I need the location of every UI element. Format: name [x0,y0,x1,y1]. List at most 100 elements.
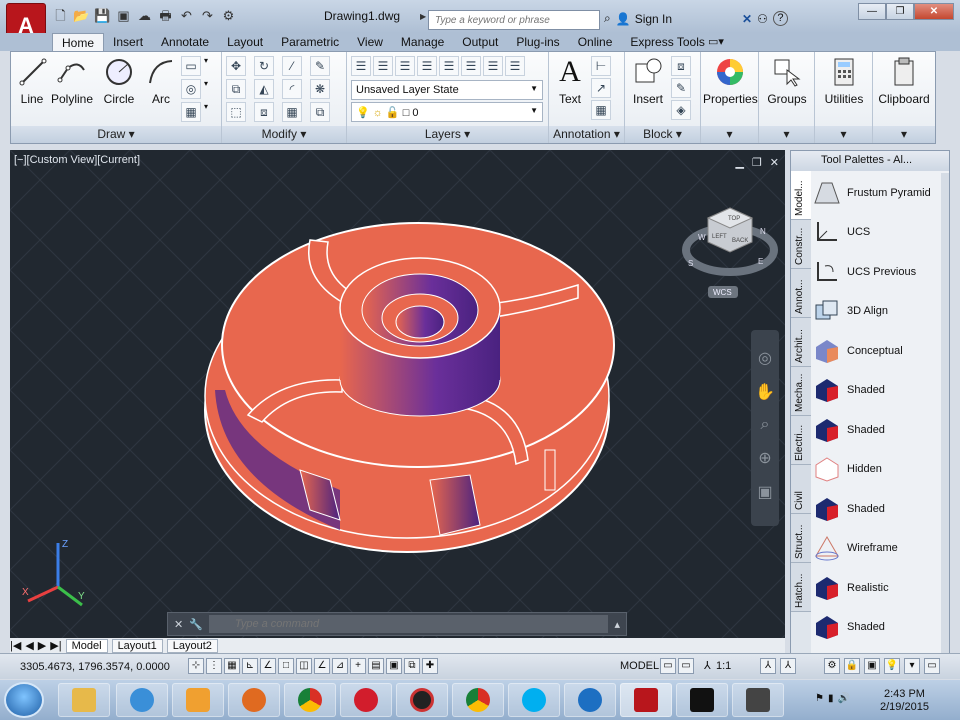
tab-home[interactable]: Home [52,33,105,51]
grid-icon[interactable]: ▦ [224,658,240,674]
wrench-icon[interactable]: 🔧 [189,618,203,631]
restore-button[interactable]: ❐ [886,3,914,20]
wcs-menu[interactable]: WCS [713,288,732,297]
tab-manage[interactable]: Manage [392,33,453,51]
taskbar-app-blue[interactable] [564,683,616,717]
save-as-icon[interactable]: ▣ [115,8,132,24]
insert-button[interactable]: Insert [629,56,667,106]
palette-item-shaded-2[interactable]: Shaded [813,410,941,450]
user-badge-icon[interactable]: ⚇ [757,12,768,26]
offset-icon[interactable]: ⧉ [310,102,330,122]
hardware-acceleration-icon[interactable]: ▣ [864,658,880,674]
modify-panel-title[interactable]: Modify ▾ [222,126,346,143]
undo-icon[interactable]: ↶ [178,8,195,24]
viewport-controls-label[interactable]: [−][Custom View][Current] [14,154,140,166]
taskbar-autocad-2[interactable] [676,683,728,717]
palette-item-ucs-previous[interactable]: UCS Previous [813,252,941,292]
otrack-icon[interactable]: ∠ [314,658,330,674]
tray-network-icon[interactable]: ▮ [828,693,834,704]
arc-button[interactable]: Arc [145,56,177,106]
tab-annotate[interactable]: Annotate [152,33,218,51]
palette-tab-modeling[interactable]: Model... [791,171,811,220]
ellipse-icon[interactable]: ◎ [181,79,201,99]
annotation-scale-icon[interactable]: ⅄ [704,659,711,672]
quick-view-layouts-icon[interactable]: ▭ [660,658,676,674]
layer-properties-icon[interactable]: ☰ [351,56,371,76]
dropdown-arrow-icon[interactable]: ▾ [204,79,216,101]
dyn-icon[interactable]: + [350,658,366,674]
status-menu-icon[interactable]: ▾ [904,658,920,674]
array-icon[interactable]: ▦ [282,102,302,122]
restore-icon[interactable]: ❐ [752,156,762,169]
binoculars-icon[interactable]: ⌕ [604,11,611,26]
close-icon[interactable]: ✕ [174,618,183,631]
palette-item-frustum-pyramid[interactable]: Frustum Pyramid [813,173,941,213]
redo-icon[interactable]: ↷ [199,8,216,24]
transparency-icon[interactable]: ▣ [386,658,402,674]
layers-panel-title[interactable]: Layers ▾ [347,126,548,143]
palette-tab-mechanical[interactable]: Mecha... [791,367,811,416]
tab-view[interactable]: View [348,33,392,51]
layer-state-dropdown[interactable]: Unsaved Layer State ▼ [351,80,543,100]
lineweight-icon[interactable]: ▤ [368,658,384,674]
palette-tab-constraints[interactable]: Constr... [791,220,811,269]
showmotion-icon[interactable]: ▣ [751,482,779,502]
groups-button[interactable]: Groups [761,56,813,106]
palette-item-hidden[interactable]: Hidden [813,450,941,490]
palette-item-ucs[interactable]: UCS [813,213,941,253]
palette-item-realistic[interactable]: Realistic [813,568,941,608]
snap-icon[interactable]: ⋮ [206,658,222,674]
cloud-icon[interactable]: ☁ [136,8,153,24]
taskbar-chrome[interactable] [284,683,336,717]
quick-view-drawings-icon[interactable]: ▭ [678,658,694,674]
taskbar-ie[interactable] [116,683,168,717]
tab-plugins[interactable]: Plug-ins [507,33,568,51]
tray-flag-icon[interactable]: ⚑ [815,693,824,704]
close-button[interactable]: ✕ [914,3,954,20]
prev-tab-icon[interactable]: ◀ [25,639,33,652]
start-button[interactable] [4,682,44,718]
stretch-icon[interactable]: ⬚ [226,102,246,122]
clean-screen-icon[interactable]: ▭ [924,658,940,674]
move-icon[interactable]: ✥ [226,56,246,76]
first-tab-icon[interactable]: |◀ [10,639,21,652]
quick-properties-icon[interactable]: ⧉ [404,658,420,674]
create-block-icon[interactable]: ⧈ [671,56,691,76]
tab-parametric[interactable]: Parametric [272,33,348,51]
save-icon[interactable]: 💾 [94,8,111,24]
tab-insert[interactable]: Insert [104,33,152,51]
tab-layout[interactable]: Layout [218,33,272,51]
annotation-scale[interactable]: 1:1 [716,660,731,672]
keyword-search-input[interactable] [428,10,600,30]
current-layer-dropdown[interactable]: 💡 ☼ 🔓 □ 0 ▼ [351,102,543,122]
text-button[interactable]: A Text [553,56,587,107]
system-clock[interactable]: 2:43 PM 2/19/2015 [880,688,929,714]
tab-layout2[interactable]: Layout2 [166,638,218,653]
workspace-switch-icon[interactable]: ⚙ [824,658,840,674]
palette-tab-architectural[interactable]: Archit... [791,318,811,367]
infer-constraints-icon[interactable]: ⊹ [188,658,204,674]
layer-match-icon[interactable]: ☰ [483,56,503,76]
taskbar-explorer[interactable] [58,683,110,717]
next-tab-icon[interactable]: ▶ [38,639,46,652]
utilities-button[interactable]: Utilities [817,56,871,106]
taskbar-autocad[interactable] [620,683,672,717]
rectangle-icon[interactable]: ▭ [181,56,201,76]
mirror-icon[interactable]: ◭ [254,79,274,99]
tab-online[interactable]: Online [569,33,622,51]
copy-icon[interactable]: ⧉ [226,79,246,99]
osnap-icon[interactable]: □ [278,658,294,674]
steering-wheel-icon[interactable]: ◎ [751,348,779,368]
ribbon-options-button[interactable]: ▭▾ [708,35,724,48]
scale-icon[interactable]: ⧈ [254,102,274,122]
explode-icon[interactable]: ❋ [310,79,330,99]
sign-in-button[interactable]: 👤 Sign In [616,12,672,26]
dropdown-arrow-icon[interactable]: ▾ [204,56,216,78]
taskbar-media[interactable] [172,683,224,717]
draw-panel-title[interactable]: Draw ▾ [11,126,221,143]
palette-item-shaded-4[interactable]: Shaded [813,608,941,648]
table-icon[interactable]: ▦ [591,100,611,120]
line-button[interactable]: Line [17,56,47,106]
dimension-icon[interactable]: ⊢ [591,56,611,76]
isolate-objects-icon[interactable]: 💡 [884,658,900,674]
